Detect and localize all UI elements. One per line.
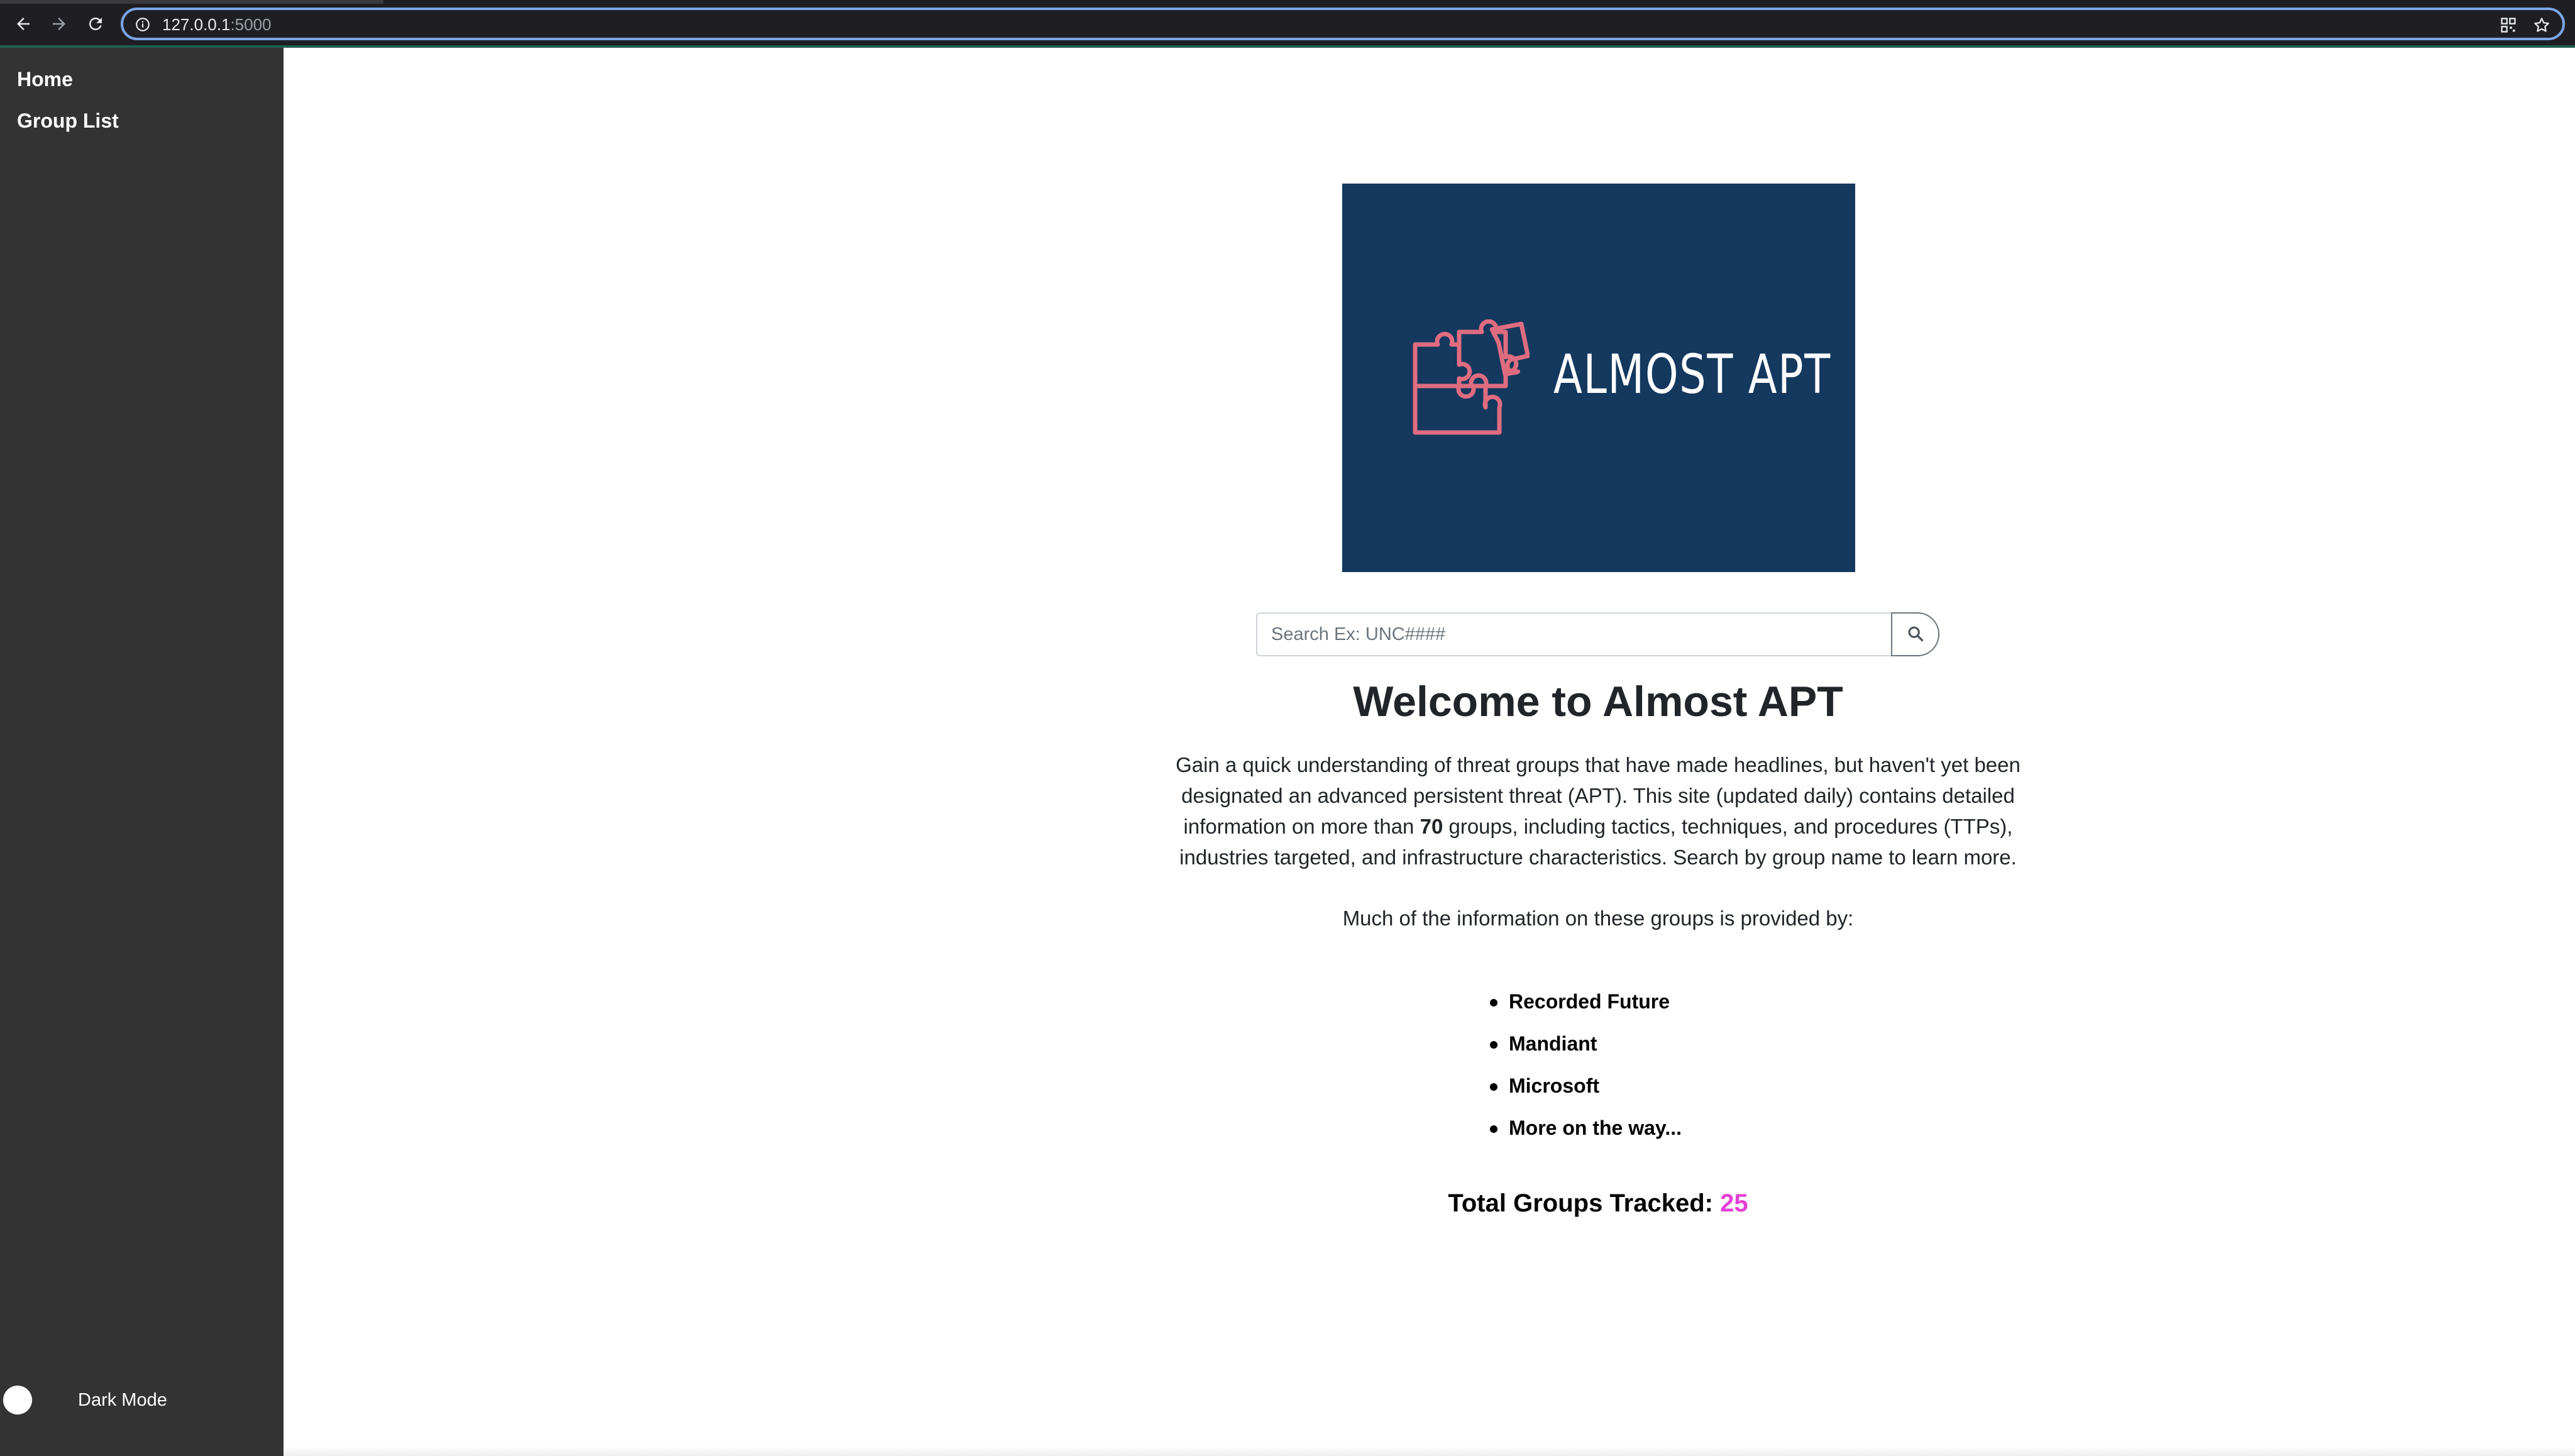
provided-by-text: Much of the information on these groups … (1342, 907, 1854, 930)
tab-strip (0, 0, 383, 4)
total-groups-count: 25 (1720, 1189, 1748, 1217)
search-button[interactable] (1891, 612, 1939, 656)
intro-paragraph: Gain a quick understanding of threat gro… (1176, 753, 2021, 869)
sidebar-item-group-list[interactable]: Group List (17, 108, 119, 133)
source-list: Recorded Future Mandiant Microsoft More … (1490, 981, 1682, 1149)
total-groups-tracked: Total Groups Tracked: 25 (1448, 1189, 1748, 1217)
address-bar[interactable]: 127.0.0.1:5000 (121, 8, 2565, 40)
puzzle-pieces-icon (1413, 319, 1530, 442)
search-input[interactable] (1256, 612, 1892, 656)
site-logo: ALMOST APT (1342, 184, 1855, 572)
sidebar: Home Group List Dark Mode (0, 48, 284, 1456)
site-info-icon[interactable] (135, 16, 151, 36)
forward-icon[interactable] (47, 11, 72, 36)
sidebar-item-home[interactable]: Home (17, 67, 73, 92)
group-count-highlight: 70 (1420, 815, 1443, 838)
url-text: 127.0.0.1:5000 (162, 15, 272, 34)
back-icon[interactable] (11, 11, 36, 36)
qr-code-icon[interactable] (2500, 16, 2517, 37)
page-title: Welcome to Almost APT (1353, 678, 1843, 725)
dark-mode-toggle[interactable] (3, 1386, 32, 1415)
search-bar (1256, 612, 1939, 656)
list-item: Recorded Future (1490, 981, 1682, 1023)
browser-toolbar: 127.0.0.1:5000 (0, 0, 2575, 48)
list-item: Microsoft (1490, 1065, 1682, 1107)
dark-mode-label: Dark Mode (78, 1390, 167, 1410)
list-item: More on the way... (1490, 1107, 1682, 1149)
list-item: Mandiant (1490, 1023, 1682, 1065)
reload-icon[interactable] (83, 11, 108, 36)
search-icon (1907, 625, 1924, 644)
bottom-edge (284, 1446, 2575, 1456)
logo-text: ALMOST APT (1553, 343, 1831, 406)
bookmark-star-icon[interactable] (2532, 16, 2551, 38)
